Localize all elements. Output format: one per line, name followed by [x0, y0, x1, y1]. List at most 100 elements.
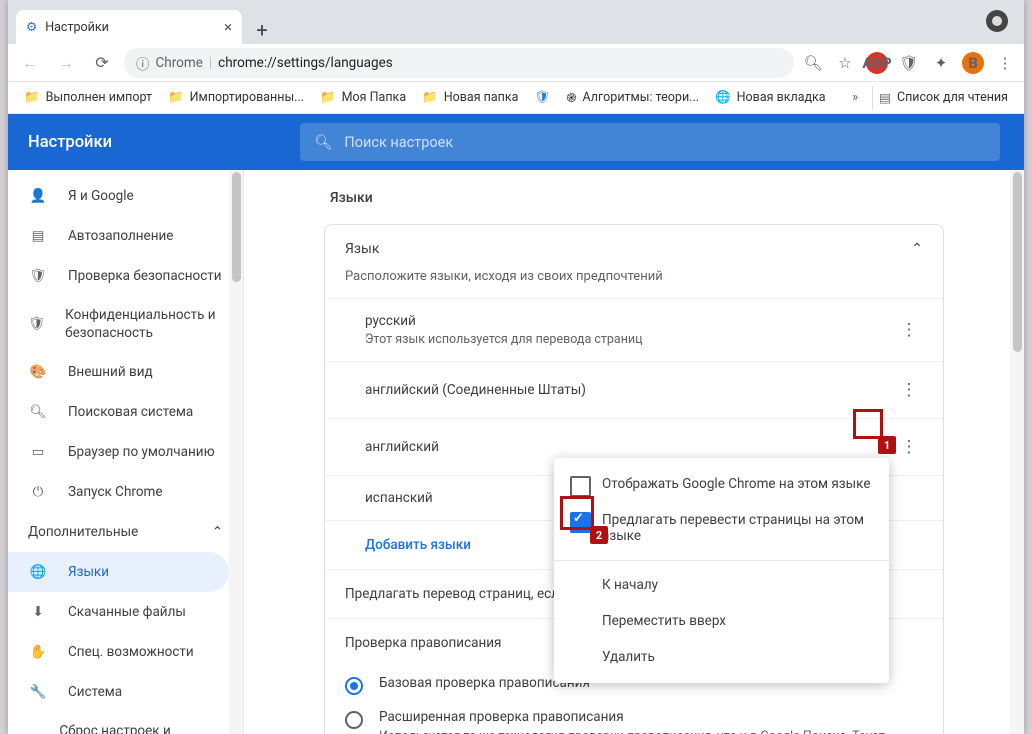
person-icon: 👤 — [28, 188, 48, 204]
gear-icon: ⚙ — [26, 19, 37, 35]
sidebar-item-accessibility[interactable]: ✋Спец. возможности — [8, 632, 243, 672]
sidebar-item-default-browser[interactable]: ▭Браузер по умолчанию — [8, 432, 243, 472]
toolbar: ← → ⟳ ⓘ Chrome | chrome://settings/langu… — [8, 44, 1024, 82]
folder-icon: 📁 — [422, 90, 438, 105]
lock-icon: 🛡 — [28, 315, 45, 333]
chevron-up-icon: ⌃ — [212, 524, 223, 540]
spellcheck-advanced-radio[interactable]: Расширенная проверка правописания Исполь… — [325, 701, 943, 734]
sidebar-item-on-startup[interactable]: ⏻Запуск Chrome — [8, 472, 243, 512]
language-row-russian: русский Этот язык используется для перев… — [325, 298, 943, 361]
extensions-puzzle-icon[interactable]: ✦ — [930, 52, 952, 74]
bookmarks-overflow[interactable]: » — [846, 86, 864, 109]
card-subtitle: Расположите языки, исходя из своих предп… — [325, 265, 943, 298]
reload-button[interactable]: ⟳ — [88, 49, 116, 77]
settings-search[interactable]: 🔍︎ Поиск настроек — [300, 123, 1000, 161]
scrollbar-thumb[interactable] — [1013, 172, 1022, 352]
download-icon: ⬇ — [28, 604, 48, 620]
address-bar[interactable]: ⓘ Chrome | chrome://settings/languages — [124, 48, 794, 78]
menu-display-chrome-in-language[interactable]: Отображать Google Chrome на этом языке — [554, 466, 889, 502]
content-area: Языки Язык ⌃ Расположите языки, исходя и… — [244, 170, 1024, 734]
bookmark-folder-imported[interactable]: 📁Импортированны... — [162, 86, 310, 109]
bookmark-new-tab[interactable]: 🌐Новая вкладка — [709, 86, 832, 109]
sidebar-scrollbar[interactable] — [229, 170, 243, 734]
bookmark-shield[interactable]: 🛡 — [528, 86, 556, 109]
sidebar-item-system[interactable]: 🔧Система — [8, 672, 243, 712]
reading-list-icon: ▤ — [879, 90, 891, 106]
magnifier-icon: 🔍︎ — [28, 404, 48, 420]
sidebar-item-me-and-google[interactable]: 👤Я и Google — [8, 176, 243, 216]
accessibility-icon: ✋ — [28, 644, 48, 660]
back-button[interactable]: ← — [16, 49, 44, 77]
browser-menu-icon[interactable]: ⋮ — [994, 52, 1016, 74]
search-placeholder: Поиск настроек — [344, 134, 453, 151]
url-text: chrome://settings/languages — [218, 55, 393, 71]
radio-label: Расширенная проверка правописания — [379, 709, 923, 725]
card-title: Язык — [345, 241, 379, 257]
bookmark-algorithms[interactable]: ֎Алгоритмы: теори... — [560, 85, 705, 110]
chevron-right-icon: » — [852, 90, 858, 105]
shield-icon: 🛡 — [534, 90, 550, 105]
annotation-badge-1: 1 — [878, 436, 896, 454]
abp-extension-icon[interactable]: ABP — [866, 52, 888, 74]
menu-remove[interactable]: Удалить — [554, 639, 889, 675]
new-tab-button[interactable]: + — [248, 16, 276, 44]
search-icon: 🔍︎ — [314, 134, 332, 151]
profile-avatar[interactable]: B — [962, 52, 984, 74]
scrollbar-thumb[interactable] — [232, 172, 241, 282]
annotation-badge-2: 2 — [590, 526, 608, 544]
forward-button[interactable]: → — [52, 49, 80, 77]
sidebar-item-reset[interactable]: ↺Сброс настроек и удаление вредоносного … — [8, 712, 243, 734]
menu-separator — [554, 560, 889, 561]
sidebar-item-autofill[interactable]: ▤Автозаполнение — [8, 216, 243, 256]
language-desc: Этот язык используется для перевода стра… — [365, 332, 643, 347]
site-info-icon[interactable]: ⓘ — [136, 53, 150, 73]
page-title: Языки — [330, 190, 944, 206]
folder-icon: 📁 — [168, 90, 184, 105]
search-icon[interactable]: 🔍︎ — [802, 52, 824, 74]
bookmark-star-icon[interactable]: ☆ — [834, 52, 856, 74]
tab-close-icon[interactable]: × — [224, 18, 232, 36]
language-more-button[interactable]: ⋮ — [895, 376, 923, 404]
language-more-button[interactable]: ⋮ — [895, 316, 923, 344]
browser-window: ─ ☐ ✕ ⚙ Настройки × + ← → ⟳ ⓘ Chrome | c… — [8, 0, 1024, 734]
sidebar-item-downloads[interactable]: ⬇Скачанные файлы — [8, 592, 243, 632]
bookmark-folder-my[interactable]: 📁Моя Папка — [314, 86, 412, 109]
shield-extension-icon[interactable]: 🛡 — [898, 52, 920, 74]
palette-icon: 🎨 — [28, 364, 48, 380]
reading-list-button[interactable]: ▤Список для чтения — [872, 86, 1014, 110]
sidebar-advanced-toggle[interactable]: Дополнительные⌃ — [8, 512, 243, 552]
tab-title: Настройки — [45, 20, 109, 35]
sidebar-item-languages[interactable]: 🌐Языки — [8, 552, 229, 592]
url-separator: | — [209, 55, 212, 71]
bookmark-folder-import[interactable]: 📁Выполнен импорт — [18, 86, 158, 109]
card-header[interactable]: Язык ⌃ — [325, 225, 943, 265]
radio-icon — [345, 677, 363, 695]
radio-desc: Используется та же технология проверки п… — [379, 728, 923, 734]
sidebar-item-search-engine[interactable]: 🔍︎Поисковая система — [8, 392, 243, 432]
sidebar-item-appearance[interactable]: 🎨Внешний вид — [8, 352, 243, 392]
language-name: английский — [365, 439, 439, 455]
sidebar-item-safety-check[interactable]: 🛡Проверка безопасности — [8, 256, 243, 296]
swirl-icon: ֎ — [566, 89, 576, 106]
language-name: русский — [365, 313, 643, 329]
language-more-button[interactable]: ⋮ — [895, 433, 923, 461]
power-icon: ⏻ — [28, 484, 48, 500]
menu-move-to-top[interactable]: К началу — [554, 567, 889, 603]
browser-icon: ▭ — [28, 444, 48, 460]
radio-icon — [345, 711, 363, 729]
profile-indicator-icon[interactable] — [986, 10, 1008, 32]
content-scrollbar[interactable] — [1010, 170, 1024, 734]
bookmarks-bar: 📁Выполнен импорт 📁Импортированны... 📁Моя… — [8, 82, 1024, 114]
bookmark-folder-new[interactable]: 📁Новая папка — [416, 86, 524, 109]
globe-icon: 🌐 — [715, 90, 731, 105]
language-name: испанский — [365, 490, 433, 506]
language-row-en-us: английский (Соединенные Штаты) ⋮ — [325, 361, 943, 418]
shield-check-icon: 🛡 — [28, 268, 48, 284]
language-context-menu: Отображать Google Chrome на этом языке П… — [554, 458, 889, 683]
url-scheme: Chrome — [156, 55, 203, 71]
sidebar-item-privacy[interactable]: 🛡Конфиденциальность и безопасность — [8, 296, 243, 352]
folder-icon: 📁 — [320, 90, 336, 105]
tab-settings[interactable]: ⚙ Настройки × — [16, 10, 242, 44]
settings-body: 👤Я и Google ▤Автозаполнение 🛡Проверка бе… — [8, 170, 1024, 734]
menu-move-up[interactable]: Переместить вверх — [554, 603, 889, 639]
